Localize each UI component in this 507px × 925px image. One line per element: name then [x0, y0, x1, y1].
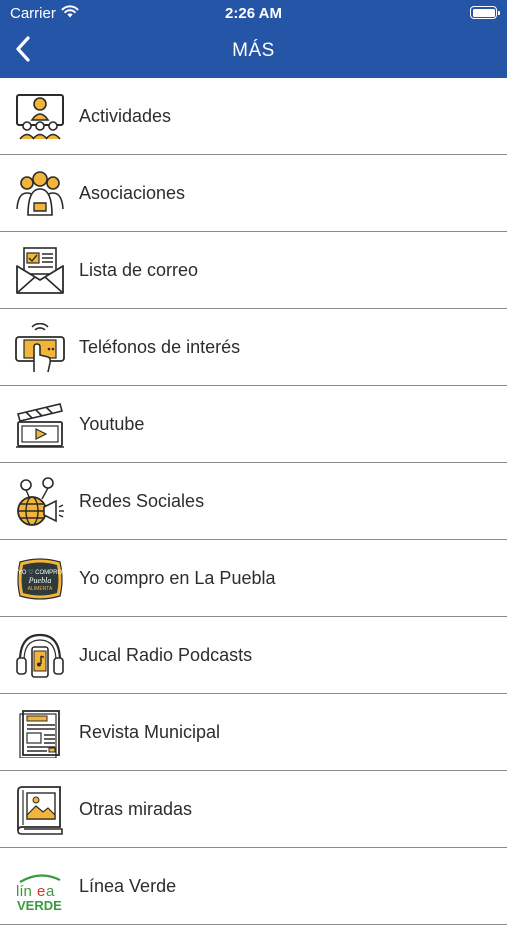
svg-text:ALIMENTA: ALIMENTA [28, 586, 53, 592]
menu-item-otras-miradas[interactable]: Otras miradas [0, 771, 507, 848]
video-clapper-icon [14, 400, 66, 450]
menu-item-label: Revista Municipal [79, 722, 221, 742]
menu-item-asociaciones[interactable]: Asociaciones [0, 155, 507, 232]
status-bar: Carrier 2:26 AM [0, 0, 507, 26]
menu-item-label: Youtube [79, 414, 145, 434]
menu-item-jucal-radio-podcasts[interactable]: Jucal Radio Podcasts [0, 617, 507, 694]
status-time: 2:26 AM [225, 5, 282, 22]
yo-compro-badge-icon: YO ♡ COMPRO Puebla ALIMENTA [14, 554, 66, 604]
magazine-icon [14, 708, 66, 758]
social-globe-megaphone-icon [14, 477, 66, 527]
navigation-bar: MÁS [0, 26, 507, 78]
menu-item-yo-compro-en-la-puebla[interactable]: YO ♡ COMPRO Puebla ALIMENTA Yo compro en… [0, 540, 507, 617]
menu-item-label: Jucal Radio Podcasts [79, 645, 253, 665]
picture-book-icon [14, 785, 66, 835]
menu-item-label: Asociaciones [79, 183, 186, 203]
menu-item-label: Yo compro en La Puebla [79, 568, 276, 588]
mail-envelope-icon [14, 246, 66, 296]
menu-item-label: Actividades [79, 106, 172, 126]
menu-item-label: Teléfonos de interés [79, 337, 241, 357]
menu-item-lista-de-correo[interactable]: Lista de correo [0, 232, 507, 309]
menu-item-label: Línea Verde [79, 876, 177, 896]
menu-item-youtube[interactable]: Youtube [0, 386, 507, 463]
group-people-icon [14, 169, 66, 219]
menu-item-linea-verde[interactable]: lín e a VERDE Línea Verde [0, 848, 507, 925]
battery-icon [470, 6, 500, 19]
menu-item-label: Otras miradas [79, 799, 193, 819]
menu-item-label: Redes Sociales [79, 491, 205, 511]
svg-text:YO ♡ COMPRO: YO ♡ COMPRO [18, 569, 63, 576]
menu-item-revista-municipal[interactable]: Revista Municipal [0, 694, 507, 771]
menu-item-redes-sociales[interactable]: Redes Sociales [0, 463, 507, 540]
linea-verde-logo-icon: lín e a VERDE [14, 862, 66, 912]
menu-item-telefonos-de-interes[interactable]: Teléfonos de interés [0, 309, 507, 386]
svg-text:Puebla: Puebla [28, 576, 52, 585]
menu-item-actividades[interactable]: Actividades [0, 78, 507, 155]
menu-item-label: Lista de correo [79, 260, 199, 280]
page-title: MÁS [232, 40, 275, 61]
menu-list: Actividades Asociaciones Lista de correo… [0, 78, 507, 925]
svg-text:VERDE: VERDE [17, 898, 62, 912]
phone-touch-icon [14, 323, 66, 373]
presentation-audience-icon [14, 92, 66, 142]
app-header: Carrier 2:26 AM MÁS [0, 0, 507, 78]
headphones-podcast-icon [14, 631, 66, 681]
